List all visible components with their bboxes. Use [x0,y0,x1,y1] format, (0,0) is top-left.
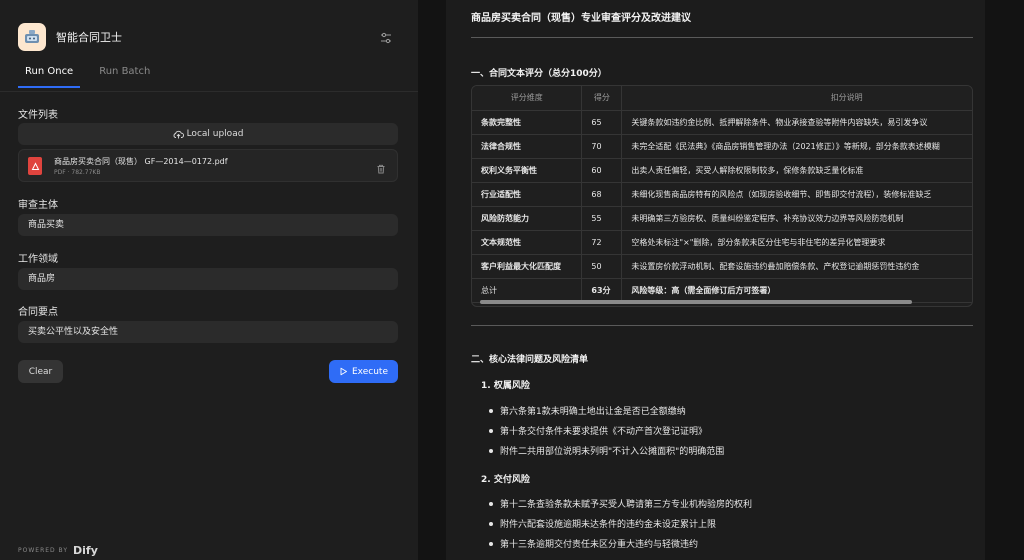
local-upload-button[interactable]: Local upload [18,123,398,145]
table-row: 文本规范性 72 空格处未标注"×"删除，部分条款未区分住宅与非住宅的差异化管理… [472,230,972,255]
points-input[interactable]: 买卖公平性以及安全性 [18,321,398,343]
settings-sliders-icon[interactable] [379,30,393,44]
table-row: 客户利益最大化匹配度 50 未设置房价款浮动机制、配套设施违约叠加赔偿条款、产权… [472,254,972,279]
table-cell: 出卖人责任偏轻，买受人解除权限制较多，保修条款缺乏量化标准 [621,158,972,183]
tab-divider [0,91,418,92]
table-cell: 文本规范性 [472,230,583,255]
score-table[interactable]: 评分维度 得分 扣分说明 条款完整性 65 关键条款如违约金比例、抵押解除条件、… [471,85,973,307]
file-name: 商品房买卖合同（现售） GF—2014—0172.pdf [54,157,228,166]
subject-input[interactable]: 商品买卖 [18,214,398,236]
table-cell: 未完全适配《民法典》《商品房销售管理办法（2021修正）》等新规，部分条款表述模… [621,134,972,159]
clear-button[interactable]: Clear [18,360,63,383]
execute-button[interactable]: Execute [329,360,398,383]
table-scrollbar[interactable] [472,299,972,305]
pdf-file-icon [28,157,42,175]
table-cell: 关键条款如违约金比例、抵押解除条件、物业承接查验等附件内容缺失，易引发争议 [621,110,972,135]
table-cell: 行业适配性 [472,182,583,207]
table-cell: 空格处未标注"×"删除，部分条款未区分住宅与非住宅的差异化管理要求 [621,230,972,255]
table-cell: 客户利益最大化匹配度 [472,254,583,279]
file-list-label: 文件列表 [18,110,58,121]
subject-label: 审查主体 [18,200,58,211]
powered-by: POWERED BY Dify [18,544,98,557]
app-title: 智能合同卫士 [56,31,122,44]
table-cell: 未细化现售商品房特有的风险点（如现房验收细节、即售即交付流程），装修标准缺乏 [621,182,972,207]
file-item[interactable]: 商品房买卖合同（现售） GF—2014—0172.pdf PDF · 782.7… [18,149,398,182]
left-panel: 智能合同卫士 Run Once Run Batch 文件列表 Local upl… [0,0,418,560]
divider [471,325,973,326]
subsection-title: 1. 权属风险 [481,381,530,391]
subsection-title: 2. 交付风险 [481,475,530,485]
cloud-upload-icon [173,130,184,138]
section1-title: 一、合同文本评分（总分100分） [471,69,607,79]
tab-run-once[interactable]: Run Once [18,66,81,88]
list-item: 第六条第1款未明确土地出让金是否已全额缴纳 [489,404,686,417]
table-row: 行业适配性 68 未细化现售商品房特有的风险点（如现房验收细节、即售即交付流程）… [472,182,972,207]
table-row: 法律合规性 70 未完全适配《民法典》《商品房销售管理办法（2021修正）》等新… [472,134,972,159]
powered-by-text: POWERED BY [18,547,69,554]
table-cell: 法律合规性 [472,134,583,159]
table-row: 风险防范能力 55 未明确第三方验房权、质量纠纷鉴定程序、补充协议效力边界等风险… [472,206,972,231]
list-item: 附件二共用部位说明未列明"不计入公摊面积"的明确范围 [488,444,724,457]
file-meta: PDF · 782.77KB [54,169,101,176]
table-cell: 50 [581,254,623,279]
table-cell: 70 [581,134,623,159]
table-cell: 55 [581,206,623,231]
tab-run-batch[interactable]: Run Batch [99,66,150,88]
table-cell: 60 [581,158,623,183]
table-cell: 未设置房价款浮动机制、配套设施违约叠加赔偿条款、产权登记逾期惩罚性违约金 [621,254,972,279]
dify-logo: Dify [73,544,98,557]
app-header: 智能合同卫士 [18,23,122,51]
local-upload-label: Local upload [186,129,244,139]
execute-label: Execute [352,366,388,377]
list-item: 附件六配套设施逾期未达条件的违约金未设定累计上限 [488,517,716,530]
mode-tabs: Run Once Run Batch [18,66,169,88]
scrollbar-thumb[interactable] [480,300,912,304]
table-row: 条款完整性 65 关键条款如违约金比例、抵押解除条件、物业承接查验等附件内容缺失… [472,110,972,135]
trash-icon[interactable] [375,160,387,174]
window-edge [985,0,1024,560]
list-item: 第十三条逾期交付责任未区分重大违约与轻微违约 [488,537,698,550]
domain-label: 工作领域 [18,254,58,265]
table-row: 权利义务平衡性 60 出卖人责任偏轻，买受人解除权限制较多，保修条款缺乏量化标准 [472,158,972,183]
table-header-row: 评分维度 得分 扣分说明 [472,86,972,111]
table-cell: 65 [581,110,623,135]
result-content: 商品房买卖合同（现售）专业审查评分及改进建议 一、合同文本评分（总分100分） … [471,0,973,560]
points-label: 合同要点 [18,307,58,318]
table-cell: 权利义务平衡性 [472,158,583,183]
app-logo-icon [18,23,46,51]
table-cell: 条款完整性 [472,110,583,135]
result-title: 商品房买卖合同（现售）专业审查评分及改进建议 [471,13,691,24]
play-icon [340,367,347,376]
divider [471,37,973,38]
table-header: 评分维度 [472,86,583,111]
table-cell: 风险防范能力 [472,206,583,231]
table-header: 得分 [581,86,623,111]
list-item: 第十条交付条件未要求提供《不动产首次登记证明》 [488,424,707,437]
list-item: 第十二条查验条款未赋予买受人聘请第三方专业机构验房的权利 [488,497,752,510]
table-header: 扣分说明 [621,86,972,111]
section2-title: 二、核心法律问题及风险清单 [471,355,589,365]
table-cell: 68 [581,182,623,207]
domain-input[interactable]: 商品房 [18,268,398,290]
table-cell: 未明确第三方验房权、质量纠纷鉴定程序、补充协议效力边界等风险防范机制 [621,206,972,231]
table-cell: 72 [581,230,623,255]
